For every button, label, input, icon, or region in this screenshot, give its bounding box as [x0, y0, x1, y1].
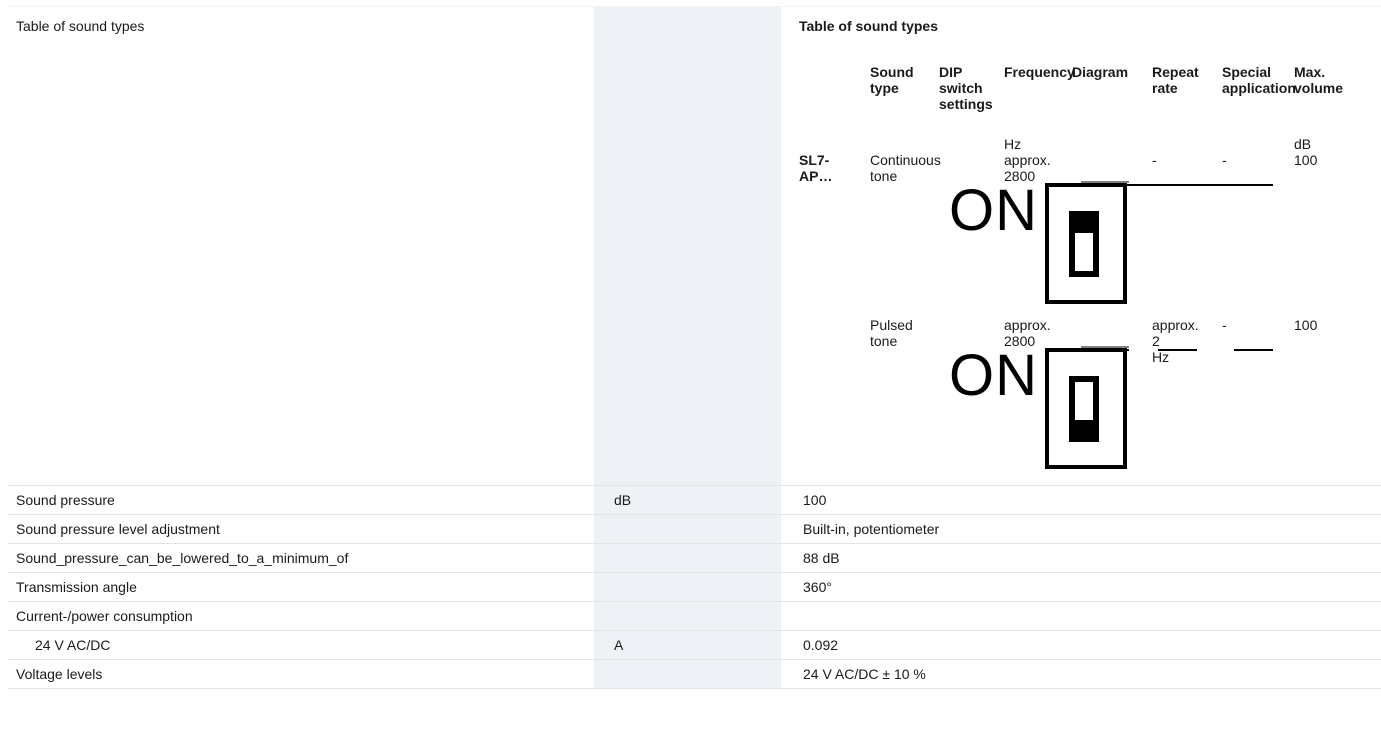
row-label: Sound pressure [16, 492, 115, 508]
header-dip-switch-settings: DIP switch settings [939, 64, 993, 112]
sound-type-table: Table of sound types Sound type DIP swit… [781, 7, 1381, 487]
row-unit: dB [594, 486, 703, 514]
row-label: Table of sound types [16, 18, 145, 34]
row-value: 24 V AC/DC ± 10 % [803, 666, 926, 682]
row-transmission-angle: Transmission angle 360° [8, 573, 1381, 602]
sound-type-pulsed: Pulsed tone [870, 317, 913, 349]
sound-table-title: Table of sound types [799, 18, 938, 34]
row-label: Transmission angle [16, 579, 137, 595]
row-label: 24 V AC/DC [35, 637, 111, 653]
row-value: 88 dB [803, 550, 840, 566]
row-spl-adjustment: Sound pressure level adjustment Built-in… [8, 515, 1381, 544]
diagram-continuous-tone [1081, 181, 1273, 186]
row-separator [703, 7, 781, 485]
unit-frequency: Hz [1004, 136, 1022, 152]
row-label: Sound pressure level adjustment [16, 521, 220, 537]
row-consumption-24v: 24 V AC/DC A 0.092 [8, 631, 1381, 660]
row-separator [703, 515, 781, 543]
row-label: Sound_pressure_can_be_lowered_to_a_minim… [16, 550, 349, 566]
row-label: Current-/power consumption [16, 608, 193, 624]
header-max-volume: Max. volume [1294, 64, 1344, 96]
row-label: Voltage levels [16, 666, 103, 682]
row-unit [594, 660, 703, 688]
dip-switch-pulsed-icon [1045, 348, 1127, 469]
special-application-continuous: - [1222, 152, 1227, 168]
unit-max-volume: dB [1294, 136, 1312, 152]
row-value: 100 [803, 492, 827, 508]
row-sound-pressure: Sound pressure dB 100 [8, 486, 1381, 515]
diagram-pulsed-tone [1081, 346, 1273, 351]
header-diagram: Diagram [1072, 64, 1129, 80]
row-separator [703, 602, 781, 630]
row-unit [594, 544, 703, 572]
max-volume-continuous: 100 [1294, 152, 1318, 168]
row-value [781, 602, 1381, 630]
dip-on-label-continuous: ON [949, 178, 1038, 243]
row-power-consumption: Current-/power consumption [8, 602, 1381, 631]
dip-switch-continuous-icon [1045, 183, 1127, 304]
row-separator [703, 631, 781, 659]
row-lowered-minimum: Sound_pressure_can_be_lowered_to_a_minim… [8, 544, 1381, 573]
header-repeat-rate: Repeat rate [1152, 64, 1199, 96]
repeat-rate-continuous: - [1152, 152, 1157, 168]
row-separator [703, 660, 781, 688]
header-special-application: Special application [1222, 64, 1296, 96]
row-value: 0.092 [803, 637, 839, 653]
sound-type-continuous: Continuous tone [870, 152, 941, 184]
repeat-rate-pulsed: approx. 2 Hz [1152, 317, 1199, 365]
row-value: 360° [803, 579, 832, 595]
specification-table: Table of sound types Table of sound type… [8, 6, 1381, 689]
model-name: SL7- AP… [799, 152, 833, 184]
header-sound-type: Sound type [870, 64, 914, 96]
header-frequency: Frequency [1004, 64, 1075, 80]
row-separator [703, 486, 781, 514]
row-separator [703, 573, 781, 601]
row-unit [594, 573, 703, 601]
row-value: Built-in, potentiometer [803, 521, 940, 537]
row-unit: A [594, 631, 703, 659]
row-unit [594, 515, 703, 543]
row-value: Table of sound types Sound type DIP swit… [781, 7, 1381, 485]
row-separator [703, 544, 781, 572]
row-voltage-levels: Voltage levels 24 V AC/DC ± 10 % [8, 660, 1381, 689]
row-unit [594, 602, 703, 630]
max-volume-pulsed: 100 [1294, 317, 1318, 333]
dip-on-label-pulsed: ON [949, 343, 1038, 408]
row-unit [594, 7, 703, 485]
row-sound-types: Table of sound types Table of sound type… [8, 6, 1381, 486]
special-application-pulsed: - [1222, 317, 1227, 333]
